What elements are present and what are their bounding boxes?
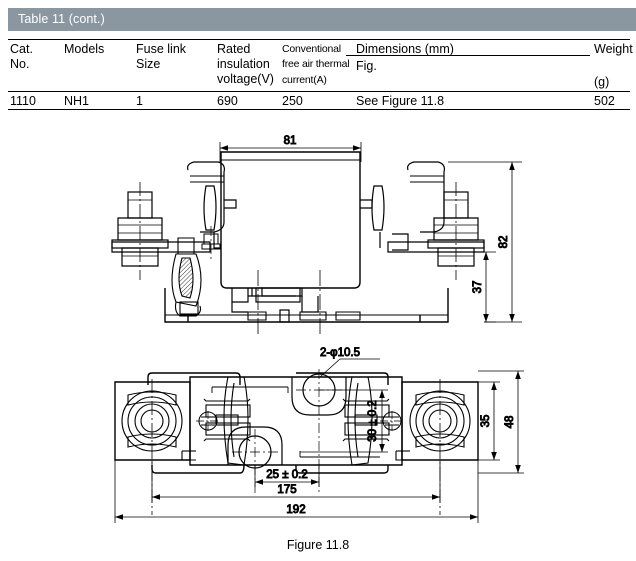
figure-caption: Figure 11.8 [286,538,350,552]
right-contact-blade [360,161,445,251]
hole-callout-leader [319,358,380,378]
left-clamp-jaw [171,237,202,317]
figure-side-view: 81 82 37 [0,130,636,345]
column-header-cat-no: Cat. No. [10,42,33,71]
column-header-conventional-current: Conventional free air thermal current(A) [282,43,350,86]
table-rule-top [8,39,630,40]
dimension-label-37: 37 [472,281,484,294]
left-contact-blade [187,161,237,249]
right-terminal-assembly [387,191,485,267]
base-plate [164,288,449,323]
table-title-text: Table 11 (cont.) [18,12,105,26]
column-header-dimensions: Dimensions (mm) [356,42,454,56]
dimension-label-48: 48 [504,416,516,429]
dimension-label-25: 25 ± 0.2 [266,469,307,481]
base-plinth [231,287,319,323]
dimension-label-hole: 2-φ10.5 [320,347,360,359]
cell-weight: 502 [594,94,615,108]
cell-cat-no: 1110 [10,94,36,108]
column-header-weight: Weight [594,42,633,56]
dimension-label-35: 35 [480,415,492,428]
dimension-label-81: 81 [284,135,297,147]
right-small-hole [380,411,404,431]
figure-top-view: 2-φ10.5 30 ± 0.2 25 ± 0.2 175 192 35 48 [0,345,636,535]
column-header-dimensions-sub: Fig. [356,59,377,73]
table-rule-middle [8,91,630,92]
column-header-rated-insulation-voltage: Rated insulation voltage(V) [217,42,274,86]
table-title-bar: Table 11 (cont.) [8,8,636,31]
dimension-label-175: 175 [277,484,296,496]
cell-rated-insulation-voltage: 690 [217,94,238,108]
dimension-label-30: 30 ± 0.2 [367,400,379,441]
table-rule-bottom [8,109,630,110]
column-header-fuse-link-size: Fuse link Size [136,42,187,71]
dimension-label-192: 192 [286,504,305,516]
column-header-models: Models [64,42,105,56]
cell-conventional-current: 250 [282,94,303,108]
main-body-outline [220,151,361,289]
column-header-weight-unit: (g) [594,75,610,89]
cell-dimensions: See Figure 11.8 [356,94,445,108]
dimension-label-82: 82 [498,236,510,249]
cell-models: NH1 [64,94,90,108]
left-terminal-assembly [111,191,211,267]
cell-fuse-link-size: 1 [136,94,143,108]
